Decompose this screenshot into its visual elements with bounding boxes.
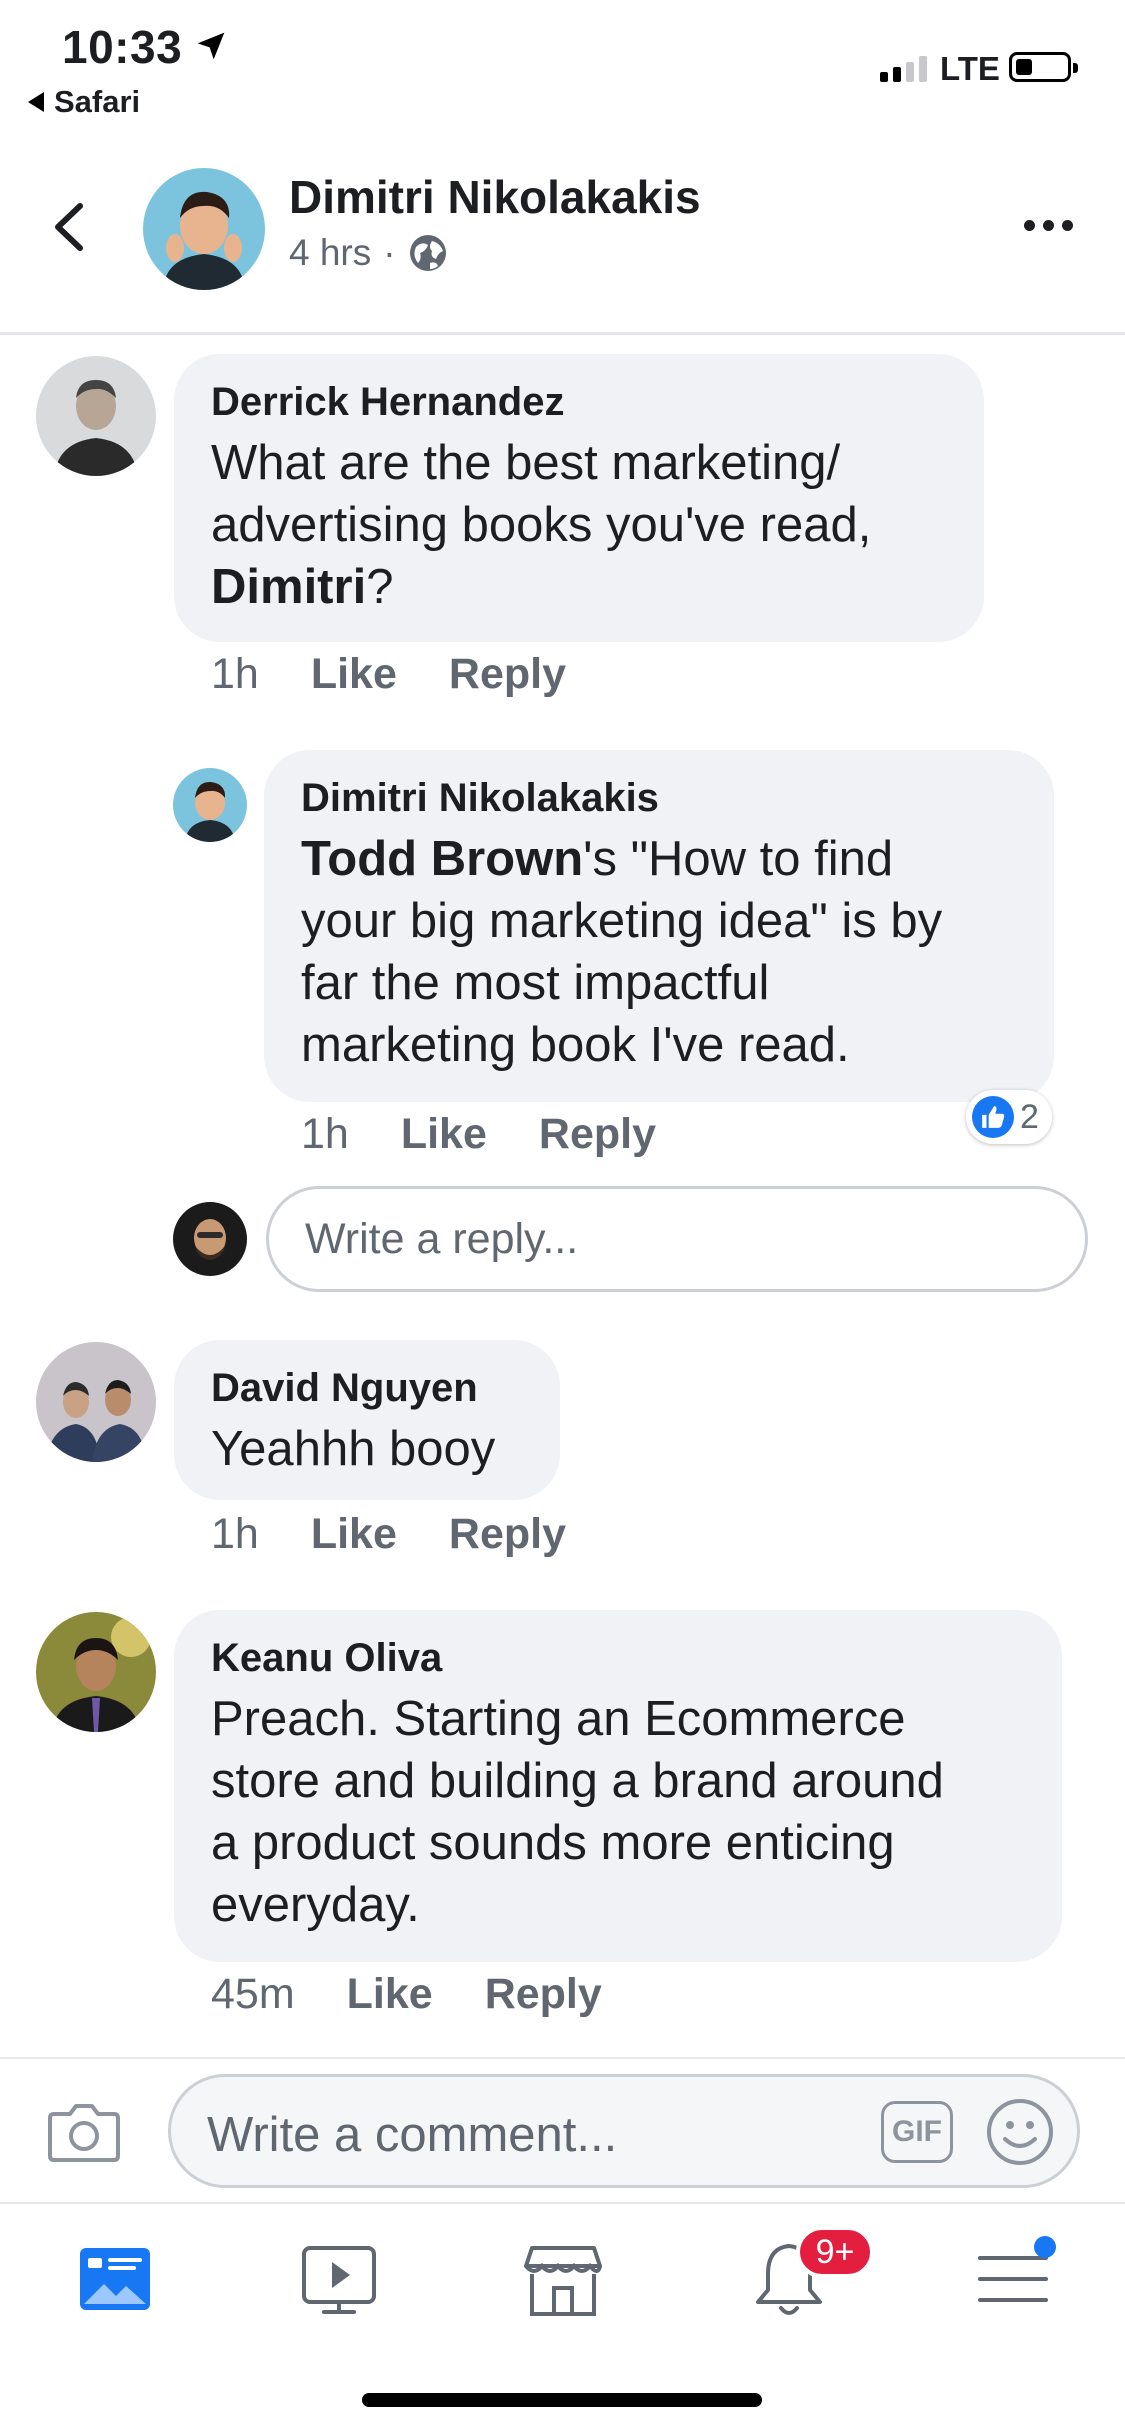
comment-text-line: What are the best marketing/ [211,436,841,490]
thumbs-up-icon [972,1096,1014,1138]
comment-text-line: advertising books you've read, [211,498,872,552]
commenter-avatar[interactable] [36,1342,156,1462]
comment-actions: 1h Like Reply [211,1510,566,1559]
mention-link[interactable]: Todd Brown [301,832,583,886]
comment-text-line: everyday. [211,1878,420,1932]
reply-placeholder: Write a reply... [305,1215,579,1263]
clock: 10:33 [62,21,183,73]
comment-actions: 1h Like Reply [211,650,566,699]
comment-placeholder: Write a comment... [207,2108,618,2162]
back-app-label: Safari [54,84,141,119]
marketplace-icon[interactable] [518,2234,608,2324]
comment-input[interactable]: Write a comment... GIF [168,2074,1080,2188]
comment-author[interactable]: David Nguyen [211,1366,478,1411]
reply-time: 1h [301,1110,349,1158]
news-feed-icon[interactable] [70,2234,160,2324]
network-type: LTE [940,50,1000,87]
reply-text-line: Todd Brown's "How to find [301,832,894,886]
reply-button[interactable]: Reply [449,650,566,699]
reply-text-line: far the most impactful [301,956,770,1010]
back-to-safari[interactable]: Safari [28,84,140,120]
reply-text-line: your big marketing idea" is by [301,894,943,948]
commenter-avatar[interactable] [36,1612,156,1732]
comment-text-line: Preach. Starting an Ecommerce [211,1692,906,1746]
menu-alert-dot [1034,2236,1056,2258]
battery-icon [1009,52,1078,82]
reply-text-line: marketing book I've read. [301,1018,850,1072]
comment-text-line: store and building a brand around [211,1754,944,1808]
composer-divider [0,2057,1125,2059]
reply-button[interactable]: Reply [539,1110,656,1159]
reply-button[interactable]: Reply [485,1970,602,2019]
comment-text-line: a product sounds more enticing [211,1816,895,1870]
back-triangle-icon [28,92,44,112]
signal-icon [880,54,927,82]
author-name[interactable]: Dimitri Nikolakakis [289,170,701,224]
more-options-button[interactable] [1024,220,1073,231]
meta-separator: · [383,232,396,273]
comment-actions: 45m Like Reply [211,1970,602,2019]
camera-icon[interactable] [48,2100,120,2162]
comment-time: 1h [211,650,259,698]
current-user-avatar [173,1202,247,1276]
post-time: 4 hrs [289,232,372,273]
author-avatar[interactable] [143,168,265,290]
like-button[interactable]: Like [311,1510,397,1559]
gif-button[interactable]: GIF [881,2101,953,2163]
comment-author[interactable]: Derrick Hernandez [211,380,564,425]
header-divider [0,332,1125,335]
comment-time: 45m [211,1970,295,2018]
like-button[interactable]: Like [401,1110,487,1159]
location-arrow-icon [197,32,225,60]
comment-author[interactable]: Keanu Oliva [211,1636,442,1681]
notification-badge: 9+ [796,2226,874,2278]
reaction-count[interactable]: 2 [966,1090,1052,1144]
status-bar: 10:33 Safari LTE [0,0,1125,140]
post-header: Dimitri Nikolakakis 4 hrs · [0,150,1125,335]
commenter-avatar[interactable] [36,356,156,476]
reaction-number: 2 [1020,1097,1039,1136]
reply-author[interactable]: Dimitri Nikolakakis [301,776,659,821]
emoji-icon[interactable] [985,2097,1055,2167]
globe-icon [409,235,446,271]
reply-input[interactable]: Write a reply... [266,1186,1088,1292]
post-meta: 4 hrs · [289,232,448,274]
like-button[interactable]: Like [311,650,397,699]
reply-button[interactable]: Reply [449,1510,566,1559]
reply-author-avatar[interactable] [173,768,247,842]
comment-text: Yeahhh booy [211,1422,496,1476]
mention-link[interactable]: Dimitri [211,560,366,614]
comment-text-line: Dimitri? [211,560,394,614]
like-button[interactable]: Like [347,1970,433,2019]
reply-actions: 1h Like Reply [301,1110,656,1159]
comment-time: 1h [211,1510,259,1558]
back-chevron-icon[interactable] [50,202,90,252]
home-indicator[interactable] [362,2393,762,2407]
watch-icon[interactable] [294,2234,384,2324]
